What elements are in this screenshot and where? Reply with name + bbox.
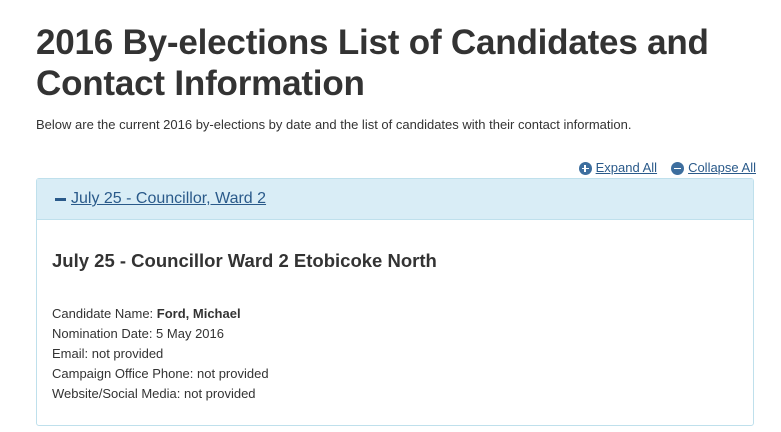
collapse-all-link[interactable]: Collapse All: [671, 160, 756, 176]
accordion-panel: July 25 - Councillor, Ward 2 July 25 - C…: [36, 178, 754, 426]
minus-icon: [55, 197, 66, 201]
expand-all-label: Expand All: [595, 160, 658, 175]
collapse-all-label: Collapse All: [688, 160, 756, 175]
intro-text: Below are the current 2016 by-elections …: [36, 117, 632, 132]
candidate-name-label: Candidate Name:: [52, 306, 157, 321]
section-title: July 25 - Councillor Ward 2 Etobicoke No…: [52, 250, 437, 271]
minus-circle-icon: [671, 161, 685, 175]
campaign-office-phone: Campaign Office Phone: not provided: [52, 366, 269, 381]
accordion-controls: Expand All Collapse All: [578, 160, 756, 176]
candidate-name-value: Ford, Michael: [156, 306, 241, 321]
page-title: 2016 By-elections List of Candidates and…: [36, 23, 709, 103]
accordion-panel-title[interactable]: July 25 - Councillor, Ward 2: [68, 190, 266, 208]
candidate-name-row: Candidate Name: Ford, Michael: [52, 304, 269, 324]
expand-all-link[interactable]: Expand All: [578, 160, 658, 176]
website-social-media: Website/Social Media: not provided: [52, 386, 256, 401]
plus-circle-icon: [578, 161, 592, 175]
candidate-details: Candidate Name: Ford, Michael Nomination…: [52, 304, 269, 404]
candidate-email: Email: not provided: [52, 346, 164, 361]
nomination-date: Nomination Date: 5 May 2016: [52, 326, 224, 341]
accordion-panel-heading[interactable]: July 25 - Councillor, Ward 2: [37, 179, 753, 220]
